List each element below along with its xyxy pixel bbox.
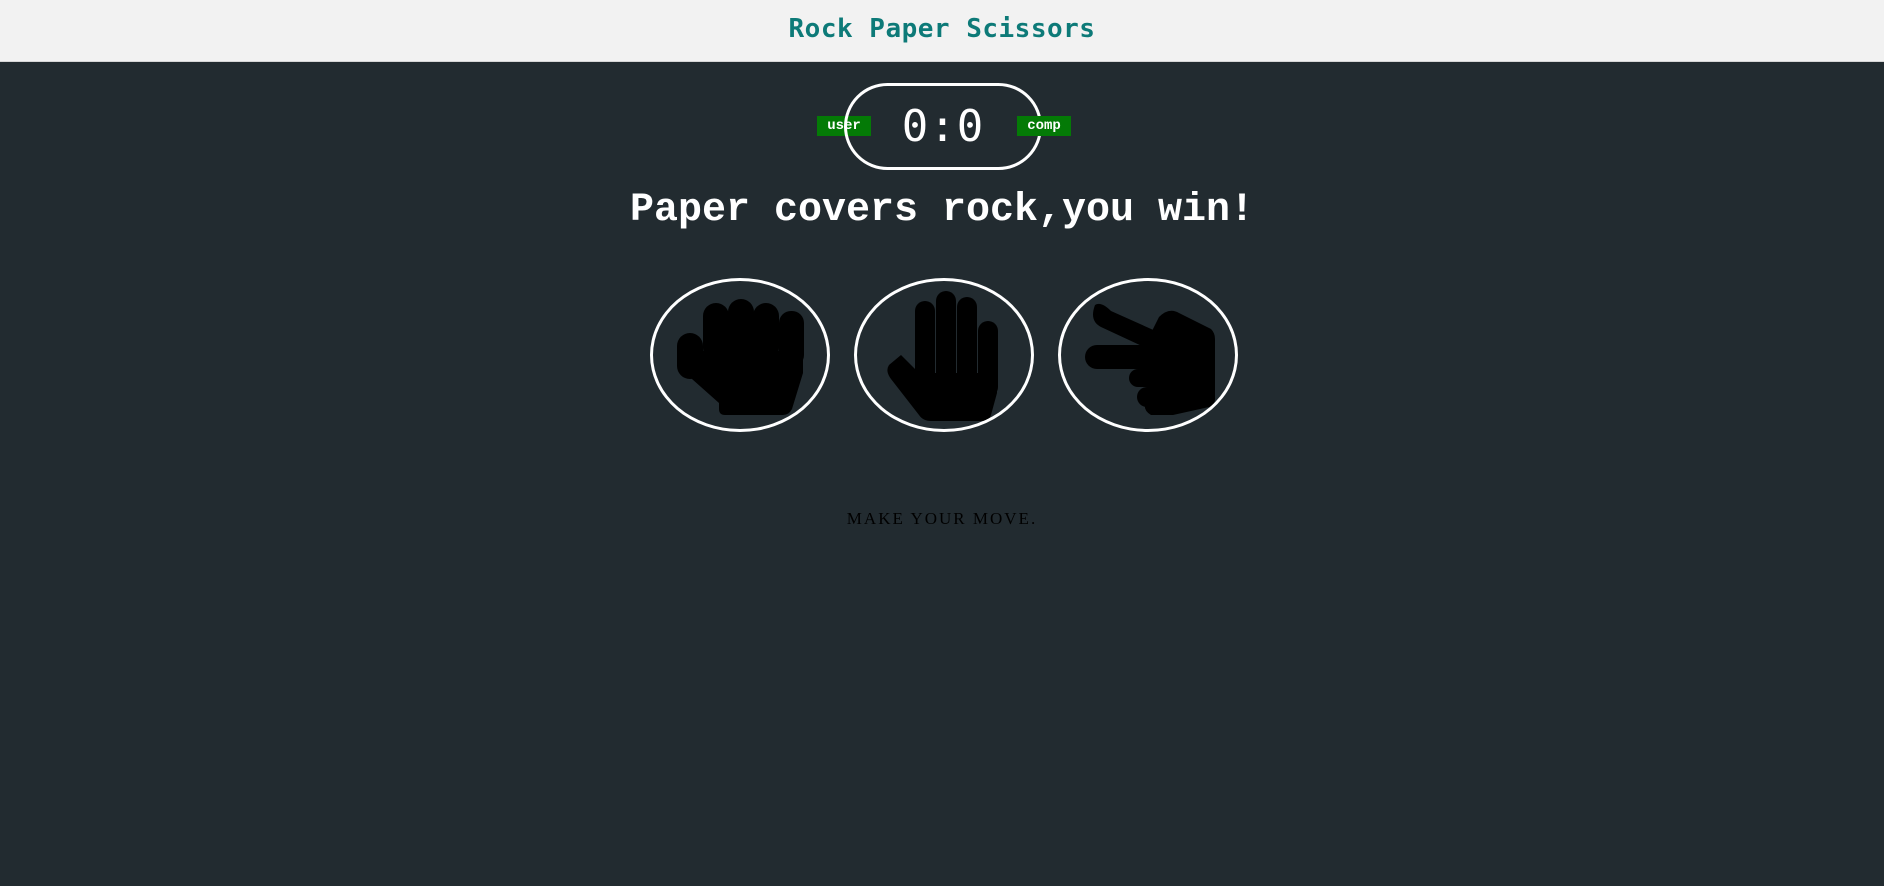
- paper-button[interactable]: [854, 278, 1034, 432]
- open-hand-icon: [887, 291, 998, 421]
- score-display: 0:0: [901, 101, 985, 152]
- action-message: MAKE YOUR MOVE.: [846, 509, 1038, 528]
- scissors-button[interactable]: [1058, 278, 1238, 432]
- fist-icon: [677, 299, 804, 415]
- scissors-hand-icon: [1085, 303, 1215, 415]
- comp-score-label: comp: [1017, 116, 1071, 136]
- page-title: Rock Paper Scissors: [788, 13, 1096, 44]
- rock-button[interactable]: [650, 278, 830, 432]
- scoreboard: 0:0: [844, 83, 1042, 170]
- app-header: Rock Paper Scissors: [0, 0, 1884, 62]
- result-message: Paper covers rock,you win!: [629, 188, 1255, 233]
